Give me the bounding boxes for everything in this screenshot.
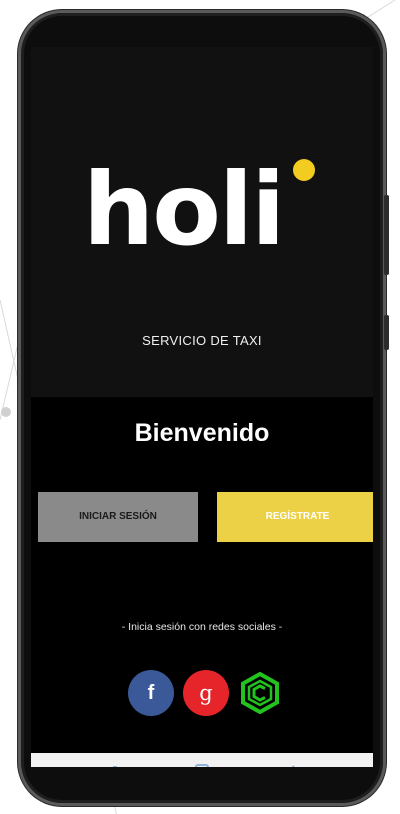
hexagon-c-icon	[241, 672, 279, 714]
social-login-caption: - Inicia sesión con redes sociales -	[121, 621, 283, 633]
login-button[interactable]: INICIAR SESIÓN	[38, 492, 198, 542]
back-icon[interactable]	[285, 761, 305, 767]
service-subtitle: SERVICIO DE TAXI	[142, 333, 262, 348]
google-login-button[interactable]: g	[183, 670, 229, 716]
welcome-heading: Bienvenido	[134, 419, 270, 447]
phone-frame: holi SERVICIO DE TAXI Bienvenido INICIAR…	[18, 10, 386, 806]
facebook-login-button[interactable]: f	[128, 670, 174, 716]
logo-wordmark: holi	[83, 151, 285, 268]
hero-header: holi SERVICIO DE TAXI	[31, 47, 373, 397]
phone-side-button	[384, 195, 389, 275]
app-screen: holi SERVICIO DE TAXI Bienvenido INICIAR…	[31, 47, 373, 767]
home-icon[interactable]	[192, 761, 212, 767]
android-nav-bar	[31, 753, 373, 767]
facebook-icon: f	[147, 681, 155, 704]
recent-apps-icon[interactable]	[101, 761, 121, 767]
holi-logo: holi	[31, 155, 373, 265]
hexagon-login-button[interactable]	[237, 670, 283, 716]
google-icon: g	[199, 681, 213, 705]
register-button[interactable]: REGÍSTRATE	[217, 492, 373, 542]
logo-accent-dot	[293, 159, 315, 181]
phone-side-button	[384, 315, 389, 350]
